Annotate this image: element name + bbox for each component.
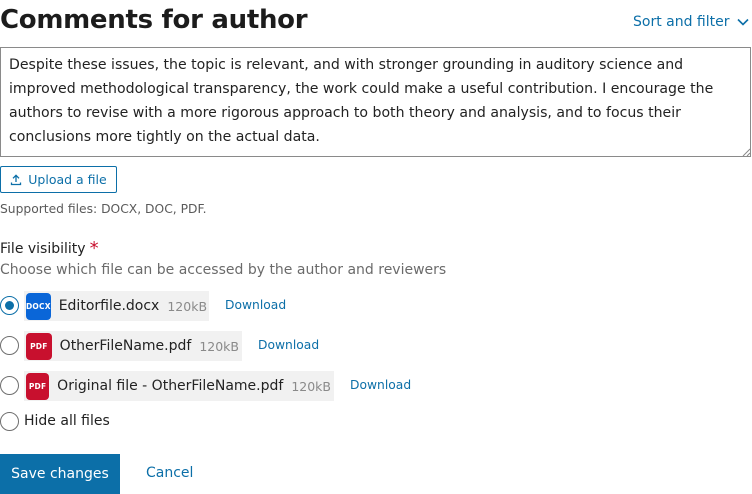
radio-file-1[interactable] bbox=[0, 296, 19, 315]
file-size: 120kB bbox=[291, 378, 331, 394]
download-link-file-1[interactable]: Download bbox=[225, 298, 286, 312]
file-visibility-label: File visibility * bbox=[0, 237, 99, 259]
file-size: 120kB bbox=[167, 298, 208, 314]
page-title: Comments for author bbox=[0, 5, 308, 35]
required-marker: * bbox=[89, 238, 99, 259]
sort-and-filter-button[interactable]: Sort and filter bbox=[633, 14, 750, 30]
file-size: 120kB bbox=[199, 338, 239, 354]
hide-all-files-label[interactable]: Hide all files bbox=[24, 413, 110, 429]
pdf-file-icon: PDF bbox=[26, 332, 52, 360]
comment-textarea[interactable]: Despite these issues, the topic is relev… bbox=[0, 47, 751, 157]
radio-file-3[interactable] bbox=[0, 376, 19, 395]
upload-file-button[interactable]: Upload a file bbox=[0, 166, 117, 193]
download-link-file-2[interactable]: Download bbox=[258, 338, 319, 352]
supported-files-text: Supported files: DOCX, DOC, PDF. bbox=[0, 202, 207, 216]
file-visibility-description: Choose which file can be accessed by the… bbox=[0, 262, 447, 278]
upload-button-label: Upload a file bbox=[28, 172, 107, 187]
chevron-down-icon bbox=[736, 18, 749, 26]
file-name: Original file - OtherFileName.pdf bbox=[57, 378, 284, 394]
radio-file-2[interactable] bbox=[0, 336, 19, 355]
file-chip-1: DOCX Editorfile.docx 120kB bbox=[24, 291, 209, 321]
file-name: OtherFileName.pdf bbox=[59, 338, 192, 354]
upload-icon bbox=[11, 173, 22, 185]
download-link-file-3[interactable]: Download bbox=[350, 378, 411, 392]
sort-filter-label: Sort and filter bbox=[633, 14, 730, 30]
radio-hide-all-files[interactable] bbox=[0, 412, 19, 431]
cancel-button[interactable]: Cancel bbox=[146, 465, 193, 481]
file-name: Editorfile.docx bbox=[58, 298, 160, 314]
docx-file-icon: DOCX bbox=[26, 292, 51, 320]
file-visibility-label-text: File visibility bbox=[0, 241, 86, 257]
file-chip-3: PDF Original file - OtherFileName.pdf 12… bbox=[24, 371, 334, 401]
file-chip-2: PDF OtherFileName.pdf 120kB bbox=[24, 331, 242, 361]
resize-handle-icon[interactable] bbox=[741, 147, 751, 157]
save-changes-button[interactable]: Save changes bbox=[0, 454, 120, 494]
pdf-file-icon: PDF bbox=[26, 372, 50, 400]
